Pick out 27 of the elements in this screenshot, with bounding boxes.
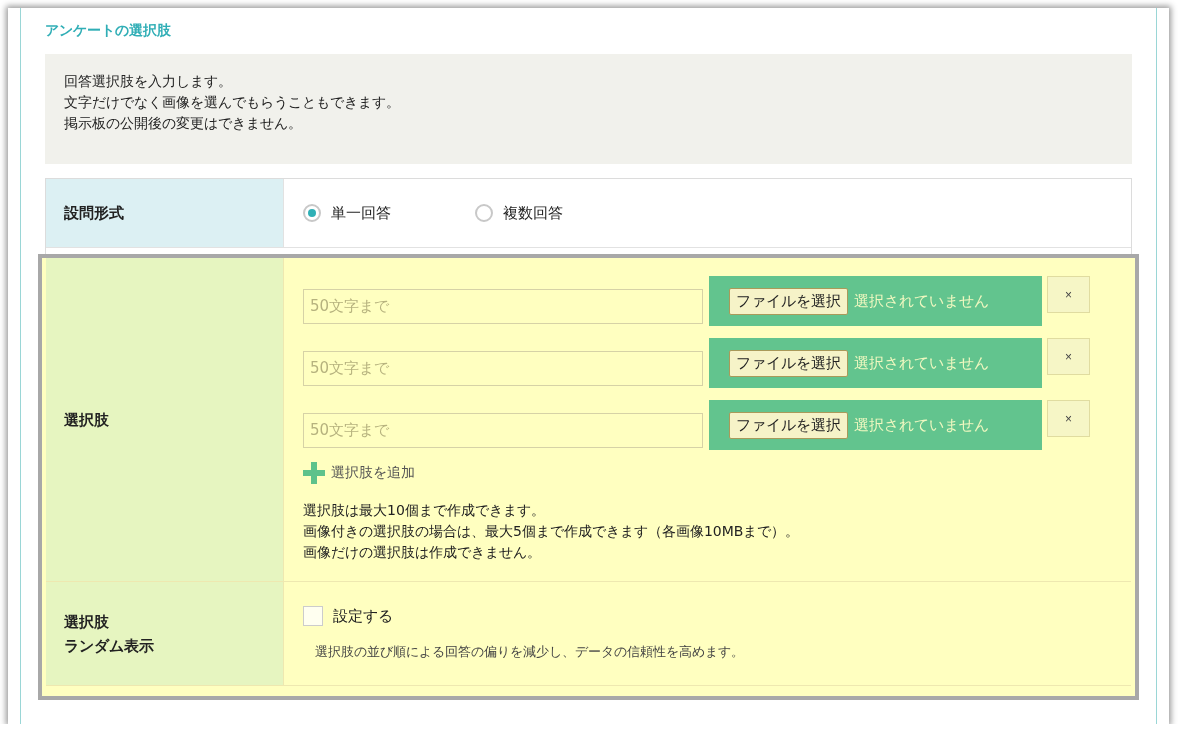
file-status: 選択されていません (854, 291, 989, 311)
file-status: 選択されていません (854, 353, 989, 373)
file-select-button[interactable]: ファイルを選択 (729, 287, 848, 315)
checkbox-option[interactable]: 設定する (303, 606, 393, 626)
radio-icon[interactable] (475, 204, 493, 222)
radio-icon[interactable] (303, 204, 321, 222)
file-select-button[interactable]: ファイルを選択 (729, 411, 848, 439)
file-select-button[interactable]: ファイルを選択 (729, 349, 848, 377)
checkbox[interactable] (303, 606, 323, 626)
text-input-field[interactable]: 50文字まで (303, 288, 703, 324)
text-input-field[interactable]: 50文字まで (303, 412, 703, 448)
row-label: 選択肢 (46, 258, 284, 581)
remove-button[interactable]: × (1047, 276, 1090, 313)
add-choice-link[interactable]: 選択肢を追加 (303, 462, 415, 484)
radio-option[interactable]: 複数回答 (475, 203, 563, 223)
file-status: 選択されていません (854, 415, 989, 435)
radio-option[interactable]: 単一回答 (303, 203, 391, 223)
remove-button[interactable]: × (1047, 400, 1090, 437)
plus-icon (303, 462, 325, 484)
text-input-field[interactable]: 50文字まで (303, 350, 703, 386)
notice-box: 回答選択肢を入力します。 文字だけでなく画像を選んでもらうこともできます。 掲示板の公開後の変更はできません。 (45, 54, 1132, 164)
row-label: 設問形式 (46, 179, 284, 247)
remove-button[interactable]: × (1047, 338, 1090, 375)
row-label: 選択肢 ランダム表示 (46, 582, 284, 685)
section-title: アンケートの選択肢 (45, 22, 172, 40)
notes-text: 選択肢は最大10個まで作成できます。 画像付きの選択肢の場合は、最大5個まで作成できます（各画像10MBまで）。 画像だけの選択肢は作成できません。 (303, 501, 801, 562)
hint-text: 選択肢の並び順による回答の偏りを減少し、データの信頼性を高めます。 (315, 643, 745, 661)
